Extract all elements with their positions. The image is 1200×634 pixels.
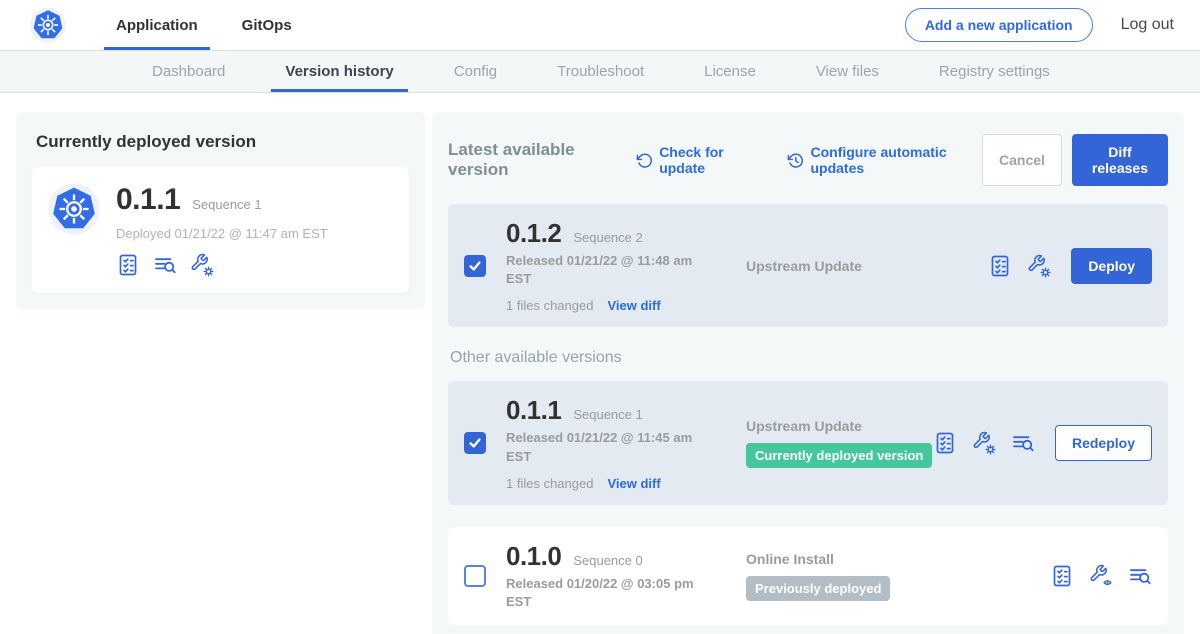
tab-registry-settings[interactable]: Registry settings [925, 51, 1064, 92]
logout-button[interactable]: Log out [1121, 16, 1174, 34]
preflight-checks-icon[interactable] [1050, 564, 1074, 588]
released-timestamp: Released 01/21/22 @ 11:48 am EST [506, 252, 701, 288]
version-history-panel: Latest available version Check for updat… [432, 112, 1184, 634]
top-right-actions: Add a new application Log out [905, 8, 1174, 42]
version-source-label: Upstream Update [746, 418, 933, 434]
currently-deployed-panel: Currently deployed version 0.1.1 Sequenc… [16, 112, 425, 309]
view-config-icon[interactable] [1089, 564, 1113, 588]
deployed-version-number: 0.1.1 [116, 183, 180, 217]
edit-config-icon[interactable] [190, 253, 214, 277]
latest-version-header: Latest available version Check for updat… [448, 134, 1168, 186]
tab-troubleshoot[interactable]: Troubleshoot [543, 51, 658, 92]
sequence-label: Sequence 2 [573, 230, 642, 245]
version-source-label: Online Install [746, 551, 1050, 567]
auto-update-icon [787, 152, 804, 169]
version-checkbox[interactable] [464, 565, 486, 587]
preflight-checks-icon[interactable] [933, 431, 957, 455]
deployed-version-card: 0.1.1 Sequence 1 Deployed 01/21/22 @ 11:… [32, 167, 409, 293]
version-number: 0.1.0 [506, 541, 561, 572]
sequence-label: Sequence 1 [573, 407, 642, 422]
diff-releases-button[interactable]: Diff releases [1072, 134, 1168, 186]
view-logs-icon[interactable] [153, 253, 177, 277]
main-content: Currently deployed version 0.1.1 Sequenc… [0, 93, 1200, 634]
tab-version-history[interactable]: Version history [271, 51, 407, 92]
deployed-timestamp: Deployed 01/21/22 @ 11:47 am EST [116, 226, 328, 241]
version-checkbox[interactable] [464, 432, 486, 454]
currently-deployed-badge: Currently deployed version [746, 443, 932, 468]
sequence-label: Sequence 0 [573, 553, 642, 568]
version-number: 0.1.1 [506, 395, 561, 426]
top-tabs: Application GitOps [104, 0, 324, 50]
top-navbar: Application GitOps Add a new application… [0, 0, 1200, 50]
cancel-button[interactable]: Cancel [982, 134, 1062, 186]
preflight-checks-icon[interactable] [988, 254, 1012, 278]
configure-updates-link[interactable]: Configure automatic updates [787, 144, 982, 176]
version-source-label: Upstream Update [746, 258, 988, 274]
files-changed-label: 1 files changed [506, 298, 593, 313]
kubernetes-logo [30, 7, 66, 43]
add-application-button[interactable]: Add a new application [905, 8, 1093, 42]
view-diff-link[interactable]: View diff [607, 476, 660, 491]
tab-license[interactable]: License [690, 51, 770, 92]
check-for-update-link[interactable]: Check for update [636, 144, 759, 176]
previously-deployed-badge: Previously deployed [746, 576, 890, 601]
view-logs-icon[interactable] [1128, 564, 1152, 588]
released-timestamp: Released 01/21/22 @ 11:45 am EST [506, 429, 701, 465]
tab-dashboard[interactable]: Dashboard [138, 51, 239, 92]
tab-view-files[interactable]: View files [802, 51, 893, 92]
currently-deployed-title: Currently deployed version [36, 132, 409, 152]
released-timestamp: Released 01/20/22 @ 03:05 pm EST [506, 575, 701, 611]
files-changed-label: 1 files changed [506, 476, 593, 491]
edit-config-icon[interactable] [1027, 254, 1051, 278]
deploy-button[interactable]: Deploy [1071, 248, 1152, 284]
refresh-icon [636, 152, 653, 169]
app-subnav: Dashboard Version history Config Trouble… [0, 50, 1200, 93]
tab-application[interactable]: Application [104, 0, 210, 50]
latest-version-title: Latest available version [448, 140, 620, 180]
tab-gitops[interactable]: GitOps [230, 0, 304, 50]
view-diff-link[interactable]: View diff [607, 298, 660, 313]
view-logs-icon[interactable] [1011, 431, 1035, 455]
version-row: 0.1.1 Sequence 1 Released 01/21/22 @ 11:… [448, 381, 1168, 504]
tab-config[interactable]: Config [440, 51, 511, 92]
version-row: 0.1.2 Sequence 2 Released 01/21/22 @ 11:… [448, 204, 1168, 327]
app-logo [48, 183, 100, 235]
other-versions-title: Other available versions [450, 349, 1166, 367]
version-number: 0.1.2 [506, 218, 561, 249]
preflight-checks-icon[interactable] [116, 253, 140, 277]
deployed-sequence-label: Sequence 1 [192, 197, 261, 212]
redeploy-button[interactable]: Redeploy [1055, 425, 1152, 461]
edit-config-icon[interactable] [972, 431, 996, 455]
version-checkbox[interactable] [464, 255, 486, 277]
version-row: 0.1.0 Sequence 0 Released 01/20/22 @ 03:… [448, 527, 1168, 625]
